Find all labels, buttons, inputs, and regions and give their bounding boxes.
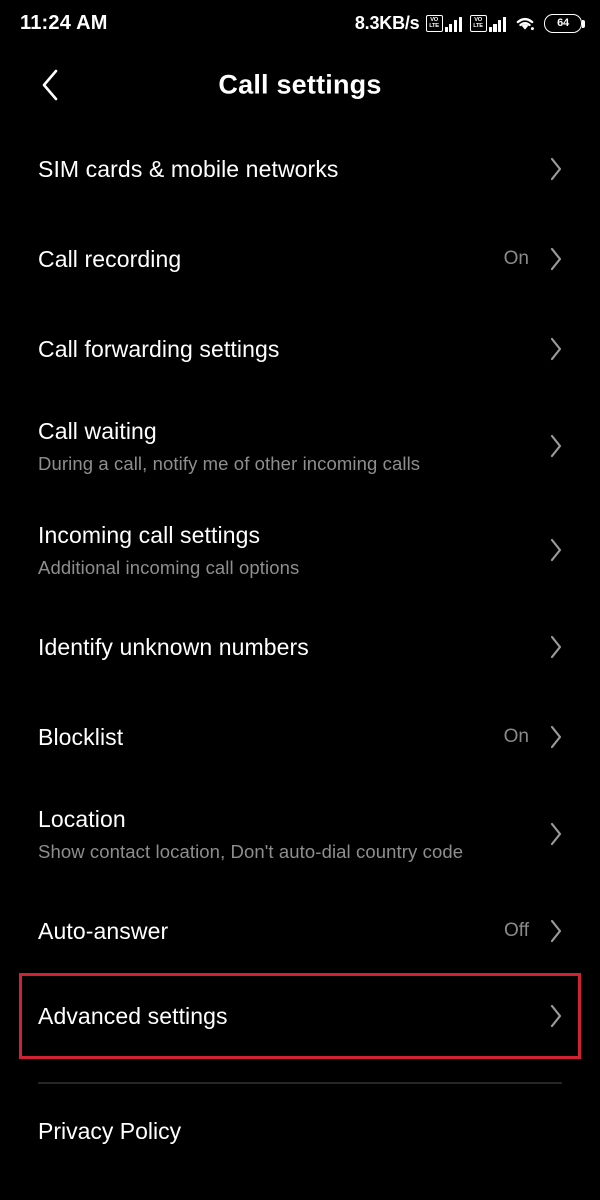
battery-icon: 64: [544, 13, 585, 33]
row-title: Location: [38, 805, 126, 832]
row-title: Identify unknown numbers: [38, 633, 309, 660]
settings-row-call-waiting[interactable]: Call waiting During a call, notify me of…: [0, 394, 600, 498]
row-subtitle: Show contact location, Don't auto-dial c…: [38, 841, 464, 863]
chevron-right-icon: [546, 725, 566, 749]
volte-icon: VO LTE: [425, 14, 443, 32]
row-text: Call waiting During a call, notify me of…: [38, 417, 546, 476]
chevron-right-icon: [546, 822, 566, 846]
row-text: Call recording: [38, 245, 492, 274]
row-title: SIM cards & mobile networks: [38, 155, 339, 182]
signal-bars-icon: [488, 15, 506, 32]
status-badge: On: [503, 248, 529, 269]
row-text: SIM cards & mobile networks: [38, 155, 546, 184]
chevron-right-icon: [546, 538, 566, 562]
settings-row-auto-answer[interactable]: Auto-answer Off: [0, 886, 600, 976]
row-title: Call forwarding settings: [38, 335, 280, 362]
chevron-right-icon: [546, 157, 566, 181]
chevron-right-icon: [546, 1004, 566, 1028]
row-title: Call waiting: [38, 417, 157, 444]
chevron-right-icon: [546, 919, 566, 943]
settings-list: SIM cards & mobile networks Call recordi…: [0, 124, 600, 1145]
sim1-signal-group: VO LTE: [425, 14, 462, 32]
row-text: Incoming call settings Additional incomi…: [38, 521, 546, 580]
row-title: Call recording: [38, 245, 182, 272]
status-bar-icons: 8.3KB/s VO LTE VO LTE 64: [354, 12, 585, 34]
row-title: Blocklist: [38, 723, 124, 750]
row-title: Advanced settings: [38, 1002, 228, 1029]
settings-row-incoming-call-settings[interactable]: Incoming call settings Additional incomi…: [0, 498, 600, 602]
page-title: Call settings: [218, 69, 382, 100]
chevron-right-icon: [546, 337, 566, 361]
row-text: Auto-answer: [38, 917, 492, 946]
row-text: Identify unknown numbers: [38, 633, 546, 662]
signal-bars-icon: [444, 15, 462, 32]
row-subtitle: During a call, notify me of other incomi…: [38, 453, 421, 475]
volte-icon: VO LTE: [469, 14, 487, 32]
row-text: Location Show contact location, Don't au…: [38, 805, 546, 864]
row-text: Blocklist: [38, 723, 492, 752]
status-bar: 11:24 AM 8.3KB/s VO LTE VO LTE 64: [0, 0, 600, 46]
network-speed-indicator: 8.3KB/s: [354, 12, 420, 33]
call-settings-screen: 11:24 AM 8.3KB/s VO LTE VO LTE 64 Call s…: [0, 0, 600, 1200]
chevron-right-icon: [546, 635, 566, 659]
row-title: Auto-answer: [38, 917, 169, 944]
chevron-right-icon: [546, 247, 566, 271]
settings-row-location[interactable]: Location Show contact location, Don't au…: [0, 782, 600, 886]
settings-row-advanced-settings[interactable]: Advanced settings: [19, 973, 581, 1059]
row-text: Call forwarding settings: [38, 335, 546, 364]
row-text: Advanced settings: [38, 1002, 546, 1031]
settings-row-identify-unknown-numbers[interactable]: Identify unknown numbers: [0, 602, 600, 692]
settings-row-call-recording[interactable]: Call recording On: [0, 214, 600, 304]
privacy-policy-link[interactable]: Privacy Policy: [0, 1084, 600, 1145]
sim2-signal-group: VO LTE: [469, 14, 506, 32]
status-bar-clock: 11:24 AM: [20, 11, 108, 34]
row-title: Incoming call settings: [38, 521, 261, 548]
status-badge: On: [503, 726, 529, 747]
wifi-icon: [514, 15, 536, 32]
chevron-right-icon: [546, 434, 566, 458]
status-badge: Off: [504, 920, 529, 941]
app-bar: Call settings: [0, 46, 600, 124]
row-subtitle: Additional incoming call options: [38, 557, 300, 579]
settings-row-sim-cards-mobile-networks[interactable]: SIM cards & mobile networks: [0, 124, 600, 214]
settings-row-blocklist[interactable]: Blocklist On: [0, 692, 600, 782]
battery-percent-label: 64: [557, 16, 569, 29]
settings-row-call-forwarding-settings[interactable]: Call forwarding settings: [0, 304, 600, 394]
